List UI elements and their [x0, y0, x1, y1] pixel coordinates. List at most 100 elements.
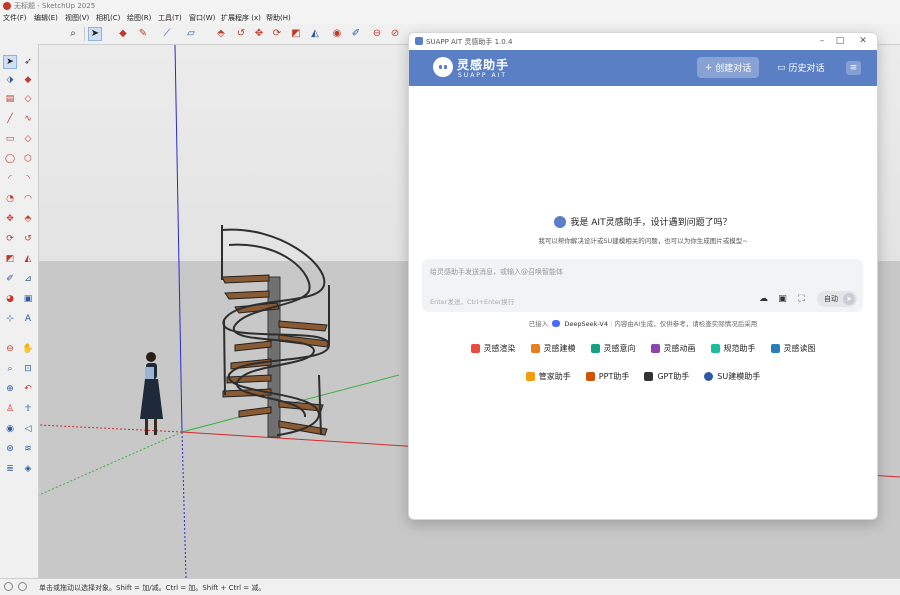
walk-icon[interactable]: ☥: [21, 402, 35, 416]
sound-icon[interactable]: ◁: [21, 422, 35, 436]
agent-chip[interactable]: SU建模助手: [704, 371, 760, 382]
agent-chip[interactable]: 灵感渲染: [470, 343, 516, 354]
scale-icon[interactable]: ◩: [289, 27, 303, 41]
image-icon[interactable]: ▣: [777, 294, 788, 305]
three-point-arc-icon[interactable]: ◠: [21, 192, 35, 206]
new-chat-button[interactable]: + 创建对话: [697, 57, 759, 78]
offset-icon[interactable]: ◭: [308, 27, 322, 41]
move-icon[interactable]: ✥: [252, 27, 266, 41]
protractor-icon[interactable]: ◕: [3, 292, 17, 306]
message-input-box[interactable]: 给灵感助手发送消息，或输入@召唤智能体 Enter发送，Ctrl+Enter换行…: [422, 259, 863, 312]
sandbox-contours-icon[interactable]: ≋: [21, 442, 35, 456]
follow-me-icon[interactable]: ↺: [234, 27, 248, 41]
message-input-placeholder[interactable]: 给灵感助手发送消息，或输入@召唤智能体: [430, 267, 563, 277]
agent-chip[interactable]: 管家助手: [525, 371, 571, 382]
stair-tread: [224, 290, 270, 300]
rotated-rect-icon[interactable]: ◇: [21, 132, 35, 146]
offset-icon[interactable]: ◭: [21, 252, 35, 266]
menu-tools[interactable]: 工具(T): [158, 13, 182, 23]
sandbox-icon[interactable]: ⊛: [3, 442, 17, 456]
pencil-icon[interactable]: ✎: [136, 27, 150, 41]
zoom-icon[interactable]: ⌕: [66, 27, 80, 41]
eraser-icon[interactable]: ◆: [21, 73, 35, 87]
auto-mode-label: 自动: [824, 295, 838, 303]
agent-chip[interactable]: GPT助手: [644, 371, 689, 382]
hamburger-menu-icon[interactable]: ≡: [846, 61, 861, 75]
circle-icon[interactable]: ◯: [3, 152, 17, 166]
rectangle-icon[interactable]: ▭: [3, 132, 17, 146]
previous-view-icon[interactable]: ↶: [21, 382, 35, 396]
outliner-icon[interactable]: ◈: [21, 462, 35, 476]
menu-edit[interactable]: 编辑(E): [34, 13, 58, 23]
screenshot-icon[interactable]: ⛶: [796, 294, 807, 305]
tag-icon[interactable]: ▤: [3, 92, 17, 106]
look-around-icon[interactable]: ◉: [3, 422, 17, 436]
menu-camera[interactable]: 相机(C): [96, 13, 120, 23]
ai-disclaimer: 内容由AI生成，仅供参考，请检查实际情况后采用: [614, 320, 758, 328]
section-plane-icon[interactable]: ⊖: [370, 27, 384, 41]
orbit-icon[interactable]: ⊖: [3, 342, 17, 356]
pie-icon[interactable]: ◔: [3, 192, 17, 206]
follow-me-icon[interactable]: ↺: [21, 232, 35, 246]
pan-icon[interactable]: ✋: [21, 342, 35, 356]
model-info: 已接入 DeepSeek-V4 | 内容由AI生成，仅供参考，请检查实际情况后采…: [528, 320, 758, 328]
close-icon[interactable]: ✕: [856, 35, 870, 47]
two-point-arc-icon[interactable]: ◝: [21, 172, 35, 186]
polygon-icon[interactable]: ⬡: [21, 152, 35, 166]
maximize-icon[interactable]: □: [833, 35, 847, 47]
agent-chip[interactable]: 灵感读图: [770, 343, 816, 354]
line-icon[interactable]: ╱: [3, 112, 17, 126]
minimize-icon[interactable]: –: [815, 35, 829, 47]
zoom-window-icon[interactable]: ⊡: [21, 362, 35, 376]
zoom-icon[interactable]: ⌕: [3, 362, 17, 376]
position-camera-icon[interactable]: ♙: [3, 402, 17, 416]
agent-chip[interactable]: 灵感动画: [650, 343, 696, 354]
lasso-icon[interactable]: ➶: [21, 55, 35, 69]
agent-chip[interactable]: PPT助手: [585, 371, 629, 382]
ppt-icon: [585, 372, 595, 381]
scale-icon[interactable]: ◩: [3, 252, 17, 266]
rotate-icon[interactable]: ⟳: [270, 27, 284, 41]
zoom-extents-icon[interactable]: ⊕: [3, 382, 17, 396]
menu-draw[interactable]: 绘图(R): [127, 13, 151, 23]
axes-icon[interactable]: ⊹: [3, 312, 17, 326]
credits-icon[interactable]: [18, 582, 27, 591]
info-icon[interactable]: [4, 582, 13, 591]
menu-extensions[interactable]: 扩展程序 (x): [221, 13, 261, 23]
upload-icon[interactable]: ☁: [758, 294, 769, 305]
freehand-icon[interactable]: ∿: [21, 112, 35, 126]
push-pull-icon[interactable]: ⬘: [21, 212, 35, 226]
component-icon[interactable]: ⬗: [3, 73, 17, 87]
paint-icon[interactable]: ◇: [21, 92, 35, 106]
dimension-icon[interactable]: ⊿: [21, 272, 35, 286]
menu-file[interactable]: 文件(F): [3, 13, 27, 23]
paint-bucket-icon[interactable]: ◉: [330, 27, 344, 41]
3d-text-icon[interactable]: A: [21, 312, 35, 326]
history-button[interactable]: ▭ 历史对话: [777, 57, 825, 78]
menu-help[interactable]: 帮助(H): [266, 13, 291, 23]
model-name[interactable]: DeepSeek-V4: [564, 320, 608, 328]
section-fill-icon[interactable]: ⊘: [388, 27, 402, 41]
text-icon[interactable]: ▣: [21, 292, 35, 306]
agent-chip[interactable]: 灵感意向: [590, 343, 636, 354]
blue-axis: [174, 45, 183, 433]
rectangle-icon[interactable]: ▱: [184, 27, 198, 41]
rotate-icon[interactable]: ⟳: [3, 232, 17, 246]
push-pull-icon[interactable]: ⬘: [214, 27, 228, 41]
agent-chip[interactable]: 规范助手: [710, 343, 756, 354]
blue-axis-negative: [181, 431, 187, 578]
auto-mode-toggle[interactable]: 自动 ➤: [817, 291, 857, 307]
arc-icon[interactable]: ◜: [3, 172, 17, 186]
menu-window[interactable]: 窗口(W): [189, 13, 215, 23]
agent-chip[interactable]: 灵感建模: [530, 343, 576, 354]
tape-measure-icon[interactable]: ✐: [3, 272, 17, 286]
select-tool-icon[interactable]: ➤: [88, 27, 102, 41]
send-icon[interactable]: ➤: [843, 293, 855, 305]
menu-view[interactable]: 视图(V): [65, 13, 89, 23]
select-icon[interactable]: ➤: [3, 55, 17, 69]
tape-measure-icon[interactable]: ✐: [349, 27, 363, 41]
line-icon[interactable]: ⟋: [160, 27, 174, 41]
layers-icon[interactable]: ≣: [3, 462, 17, 476]
eraser-icon[interactable]: ◆: [116, 27, 130, 41]
move-icon[interactable]: ✥: [3, 212, 17, 226]
